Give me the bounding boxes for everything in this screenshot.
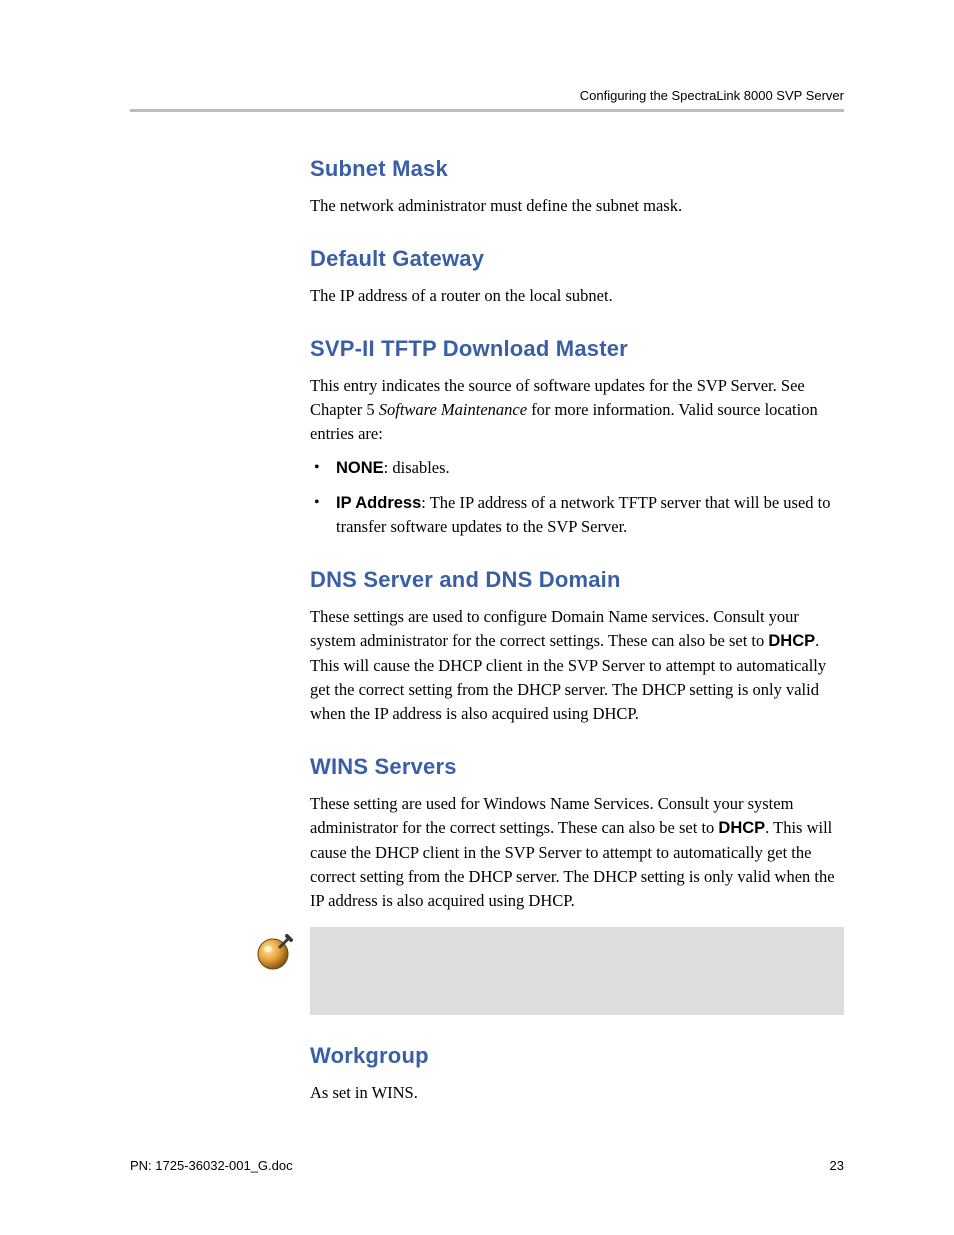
note-icon-container xyxy=(240,927,310,1015)
term-bold: DHCP xyxy=(718,819,765,837)
list-item: NONE: disables. xyxy=(310,456,844,481)
footer-page-number: 23 xyxy=(830,1158,844,1173)
term-bold: NONE xyxy=(336,459,384,477)
page: Configuring the SpectraLink 8000 SVP Ser… xyxy=(0,0,954,1105)
note-box xyxy=(310,927,844,1015)
heading-tftp: SVP-II TFTP Download Master xyxy=(310,336,844,362)
heading-default-gateway: Default Gateway xyxy=(310,246,844,272)
text-italic: Software Maintenance xyxy=(379,400,527,419)
pushpin-icon xyxy=(254,931,296,973)
running-header: Configuring the SpectraLink 8000 SVP Ser… xyxy=(130,88,844,103)
para-tftp: This entry indicates the source of softw… xyxy=(310,374,844,446)
footer-left: PN: 1725-36032-001_G.doc xyxy=(130,1158,293,1173)
note-row xyxy=(240,927,844,1015)
para-workgroup: As set in WINS. xyxy=(310,1081,844,1105)
body-column-continued: Workgroup As set in WINS. xyxy=(310,1043,844,1105)
para-dns: These settings are used to configure Dom… xyxy=(310,605,844,726)
para-default-gateway: The IP address of a router on the local … xyxy=(310,284,844,308)
header-rule xyxy=(130,109,844,112)
heading-wins: WINS Servers xyxy=(310,754,844,780)
term-bold: IP Address xyxy=(336,494,421,512)
heading-workgroup: Workgroup xyxy=(310,1043,844,1069)
term-bold: DHCP xyxy=(768,632,815,650)
text: These settings are used to configure Dom… xyxy=(310,607,799,650)
page-footer: PN: 1725-36032-001_G.doc 23 xyxy=(130,1158,844,1173)
list-item: IP Address: The IP address of a network … xyxy=(310,491,844,540)
para-wins: These setting are used for Windows Name … xyxy=(310,792,844,913)
heading-dns: DNS Server and DNS Domain xyxy=(310,567,844,593)
text: : disables. xyxy=(384,458,450,477)
tftp-bullet-list: NONE: disables. IP Address: The IP addre… xyxy=(310,456,844,540)
body-column: Subnet Mask The network administrator mu… xyxy=(310,156,844,913)
heading-subnet-mask: Subnet Mask xyxy=(310,156,844,182)
para-subnet-mask: The network administrator must define th… xyxy=(310,194,844,218)
